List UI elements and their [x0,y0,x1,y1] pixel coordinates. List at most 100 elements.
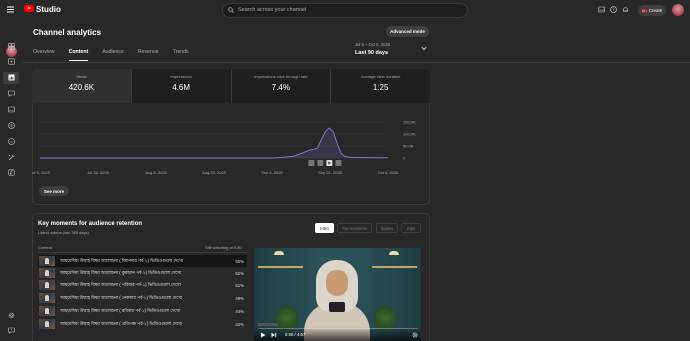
x-tick-label: Jul 9, 2025 [32,170,51,175]
page-title: Channel analytics [33,28,102,37]
video-upload-marker [335,160,342,166]
create-button[interactable]: Create [638,5,666,16]
customization-icon[interactable] [8,154,15,161]
help-icon[interactable]: ? [610,6,617,13]
video-thumbnail [39,319,55,329]
video-title: আহমেদিয়া উম্মাহ বিষয় আলোচনা ( নেককার প… [60,294,183,300]
list-item[interactable]: আহমেদিয়া উম্মাহ বিষয় আলোচনা ( ঈমানদার … [38,255,247,267]
kpi-impressions[interactable]: Impressions 4.6M [131,69,232,103]
header-divider [38,252,247,253]
kpi-row: Views 420.6K Impressions 4.6M Impression… [32,69,430,103]
column-header-still-watching: Still watching at 0:30 [205,245,242,250]
menu-icon[interactable] [7,6,14,13]
y-tick-label: 100.0K [403,132,416,137]
analytics-icon[interactable] [8,74,15,81]
column-header-content: Content [38,245,53,250]
kpi-value: 1:25 [372,83,389,92]
tabs-divider [22,62,690,63]
tab-intro[interactable]: Intro [315,223,334,233]
see-more-button[interactable]: See more [39,186,69,196]
list-item[interactable]: আহমেদিয়া উম্মাহ বিষয় আলোচনা ( কুরআন পর… [38,267,247,279]
play-icon[interactable] [260,332,266,338]
kpi-ctr[interactable]: Impressions click-through rate 7.4% [231,69,332,103]
x-tick-label: Sep 6, 2025 [261,170,283,175]
analytics-tabs: Overview Content Audience Revenue Trends [33,49,203,61]
svg-text:$: $ [10,123,13,128]
community-icon[interactable] [8,90,15,97]
video-title: আহমেদিয়া উম্মাহ বিষয় আলোচনা ( প্রতিপক্… [60,320,183,326]
date-range-picker[interactable]: Jul 9 – Oct 6, 2025 Last 90 days [355,42,390,56]
audio-library-icon[interactable] [8,169,15,176]
video-upload-marker [317,160,324,166]
list-item[interactable]: আহমেদিয়া উম্মাহ বিষয় আলোচনা ( নেককার প… [38,292,247,304]
studio-brand[interactable]: Studio [36,5,61,14]
list-item[interactable]: আহমেদিয়া উম্মাহ বিষয় আলোচনা ( রবিবার প… [38,305,247,317]
advanced-mode-button[interactable]: Advanced mode [386,26,429,37]
video-controls [254,327,421,341]
retention-value: 55% [235,258,244,264]
tab-trends[interactable]: Trends [173,49,189,61]
date-range-dates: Jul 9 – Oct 6, 2025 [355,42,391,47]
earn-icon[interactable]: $ [8,122,15,129]
feedback-icon[interactable] [8,327,15,334]
key-moments-subtitle: Latest videos (last 365 days) [38,230,89,235]
gear-icon[interactable] [412,332,418,338]
x-tick-label: Oct 6, 2025 [378,170,399,175]
video-microphone [329,302,345,312]
series-area [40,128,388,158]
retention-value: 49% [235,295,244,301]
date-range-label: Last 90 days [355,50,389,56]
subtitles-icon[interactable] [8,106,15,113]
kpi-value: 420.6K [68,83,95,92]
video-scene-lamp [274,251,284,255]
kpi-value: 7.4% [271,83,290,92]
left-rail [0,20,22,341]
captions-icon[interactable] [598,6,605,13]
chevron-down-icon[interactable] [421,46,427,51]
account-avatar[interactable] [672,4,684,16]
video-thumbnail [39,280,55,290]
key-moments-title: Key moments for audience retention [38,221,143,227]
video-person-face [326,270,348,296]
kpi-value: 4.6M [172,83,191,92]
tab-overview[interactable]: Overview [33,49,55,61]
tab-dips[interactable]: Dips [401,223,421,233]
list-item[interactable]: আহমেদিয়া উম্মাহ বিষয় আলোচনা ( প্রতিপক্… [38,318,247,330]
video-camera-icon [641,9,647,12]
x-tick-label: Aug 23, 2025 [202,170,227,175]
top-bar: Studio ? Create [0,0,690,20]
video-scene-lamp [389,251,399,255]
retention-value: 51% [235,282,244,288]
notifications-icon[interactable] [622,6,629,13]
video-progress-bar[interactable] [258,328,418,329]
kpi-avg-view-duration[interactable]: Average view duration 1:25 [331,69,430,103]
next-icon[interactable] [271,332,277,338]
search-input[interactable] [238,5,458,15]
kpi-label: Impressions click-through rate [254,74,308,79]
dashboard-icon[interactable] [8,43,15,50]
settings-icon[interactable] [8,312,15,319]
x-tick-label: Aug 8, 2025 [145,170,167,175]
tab-spikes[interactable]: Spikes [376,223,398,233]
y-tick-label: 0 [403,156,406,161]
kpi-label: Average view duration [360,74,401,79]
content-icon[interactable] [8,58,15,65]
create-label: Create [648,8,663,13]
svg-text:?: ? [612,7,614,12]
youtube-logo-icon[interactable] [24,5,34,12]
video-thumbnail [39,293,55,303]
video-title: আহমেদিয়া উম্মাহ বিষয় আলোচনা ( পরিবার প… [60,281,181,287]
video-timestamp: 0:00 / 4:57 [285,332,306,337]
x-tick-label: Jul 24, 2025 [87,170,110,175]
kpi-views[interactable]: Views 420.6K [32,69,132,103]
video-thumbnail [39,268,55,278]
tab-content[interactable]: Content [68,49,88,61]
copyright-icon[interactable]: c [8,138,15,145]
tab-top-moments[interactable]: Top moments [337,223,372,233]
video-title: আহমেদিয়া উম্মাহ বিষয় আলোচনা ( রবিবার প… [60,307,181,313]
video-title: আহমেদিয়া উম্মাহ বিষয় আলোচনা ( ঈমানদার … [60,257,184,263]
views-line-chart: 150.0K 100.0K 50.0K 0 Jul 9, 2025 Jul 24, 202… [32,120,416,176]
tab-revenue[interactable]: Revenue [138,49,159,61]
tab-audience[interactable]: Audience [102,49,124,61]
list-item[interactable]: আহমেদিয়া উম্মাহ বিষয় আলোচনা ( পরিবার প… [38,279,247,291]
